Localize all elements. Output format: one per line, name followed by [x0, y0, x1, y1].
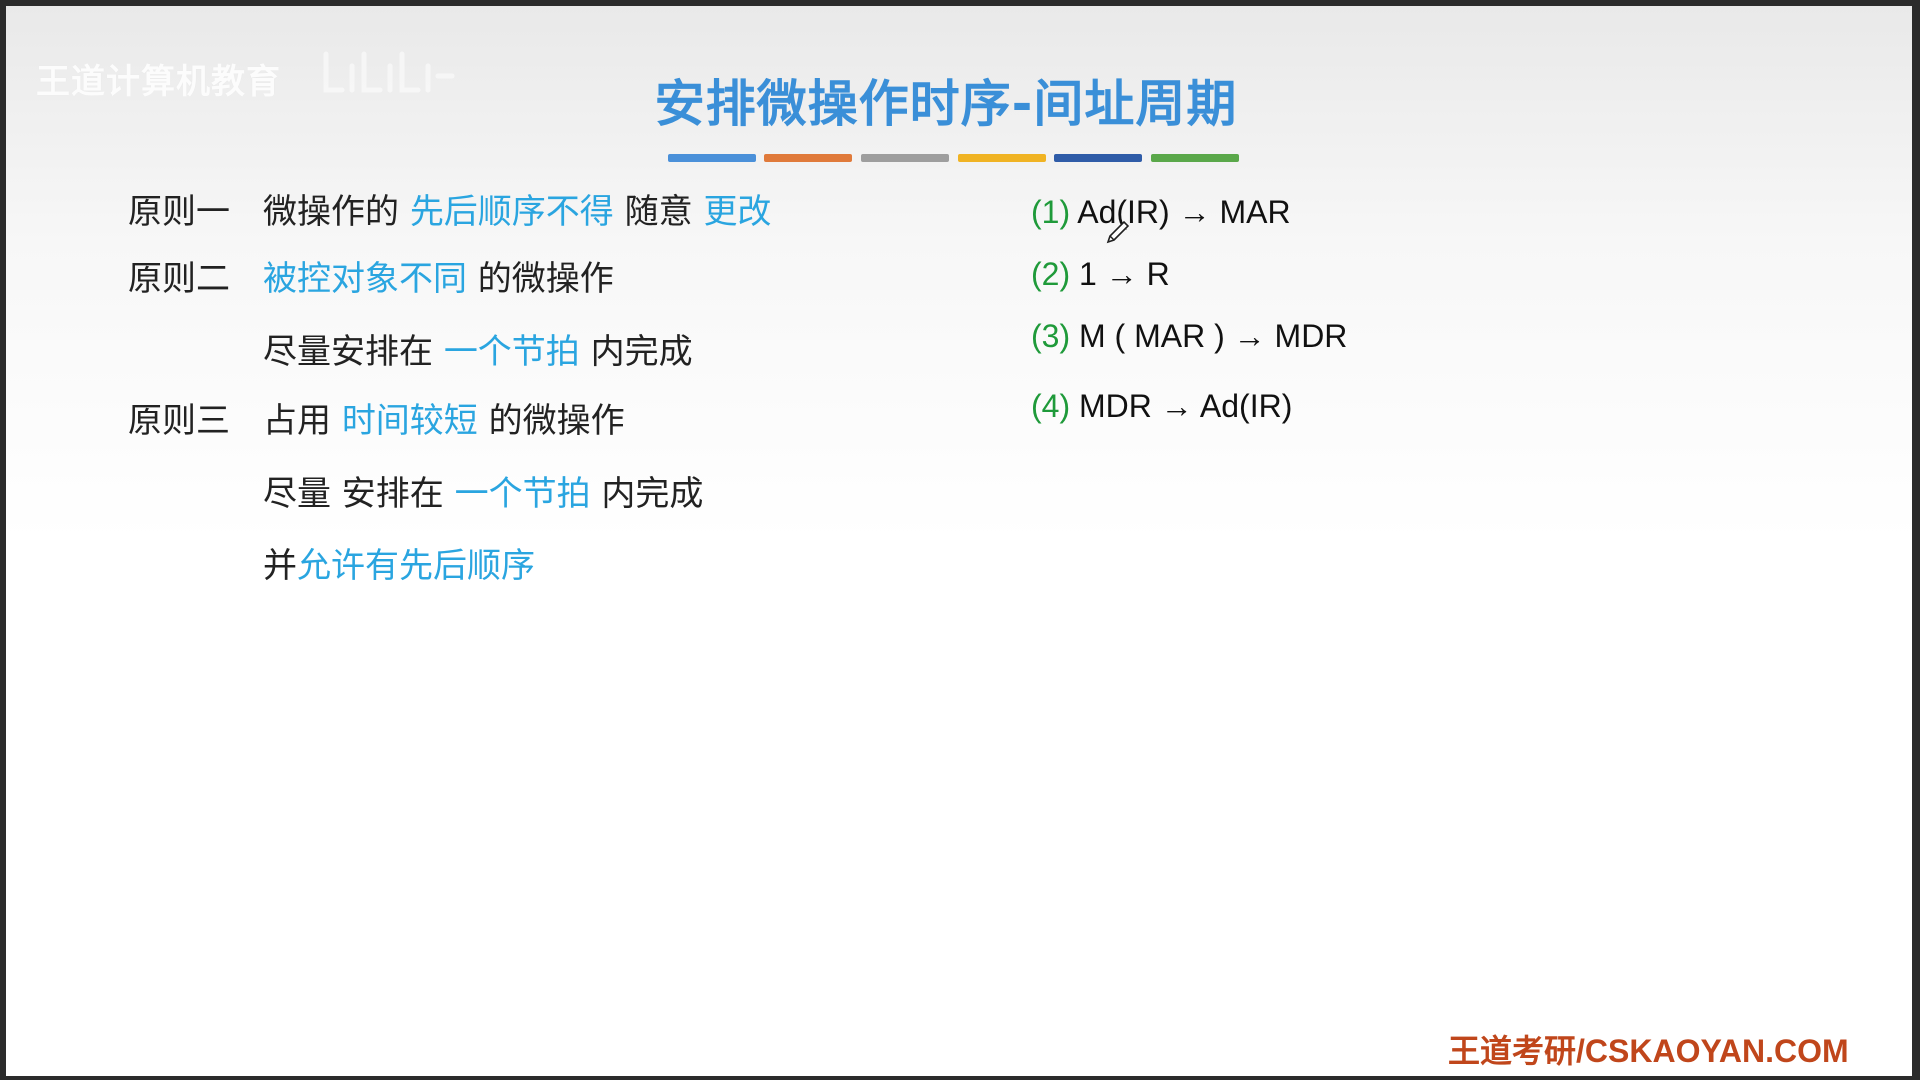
plain-text: 微操作的 [263, 192, 410, 232]
principle-line: 尽量 安排在 一个节拍 内完成 [263, 466, 703, 515]
highlighted-text: 一个节拍 [443, 332, 580, 372]
divider-bar [668, 154, 756, 162]
plain-text: 内完成 [590, 474, 704, 514]
principle-line: 占用 时间较短 的微操作 [263, 393, 625, 442]
micro-op-step: (2) 1 → R [1031, 256, 1170, 293]
divider-bar [861, 154, 949, 162]
slide-title: 安排微操作时序-间址周期 [654, 75, 1238, 133]
highlighted-text: 先后顺序不得 [409, 192, 614, 232]
plain-text: 尽量安排在 [263, 332, 444, 372]
step-number: (4) [1031, 388, 1071, 424]
plain-text: 的微操作 [477, 401, 625, 441]
step-operation: 1 → R [1079, 256, 1170, 292]
step-number: (3) [1031, 318, 1071, 354]
highlighted-text: 时间较短 [341, 401, 478, 441]
micro-op-step: (1) Ad(IR) → MAR [1031, 194, 1291, 231]
step-operation: M ( MAR ) → MDR [1079, 318, 1348, 354]
highlighted-text: 一个节拍 [454, 474, 591, 514]
principle-label: 原则二 [128, 259, 230, 299]
slide: 王道计算机教育 安排微操作时序-间址周期 原则一 微操作的 先后顺序不得 随意 更… [6, 6, 1912, 1076]
highlighted-text: 被控对象不同 [263, 259, 467, 299]
divider-bar [764, 154, 852, 162]
micro-op-step: (4) MDR → Ad(IR) [1031, 388, 1292, 425]
principle-line: 并允许有先后顺序 [263, 538, 535, 587]
divider-bar [958, 154, 1046, 162]
divider-bar [1151, 154, 1239, 162]
divider-bar [1054, 154, 1142, 162]
principle-line: 被控对象不同 的微操作 [263, 251, 614, 300]
highlighted-text: 允许有先后顺序 [297, 546, 535, 586]
footer-brand: 王道考研/CSKAOYAN.COM [1448, 1033, 1849, 1069]
step-number: (2) [1031, 256, 1071, 292]
highlighted-text: 更改 [703, 192, 772, 232]
plain-text: 的微操作 [467, 259, 614, 299]
plain-text: 随意 [613, 192, 704, 232]
plain-text: 内完成 [579, 332, 693, 372]
principle-label: 原则三 [128, 401, 230, 441]
pen-cursor-icon [1106, 220, 1130, 244]
step-operation: MDR → Ad(IR) [1079, 388, 1293, 424]
principle-label: 原则一 [128, 192, 230, 232]
plain-text: 并 [263, 546, 297, 586]
principle-line: 尽量安排在 一个节拍 内完成 [263, 324, 693, 373]
plain-text: 占用 [263, 401, 342, 441]
micro-op-step: (3) M ( MAR ) → MDR [1031, 318, 1347, 355]
principle-line: 微操作的 先后顺序不得 随意 更改 [263, 184, 771, 233]
video-frame: 王道计算机教育 安排微操作时序-间址周期 原则一 微操作的 先后顺序不得 随意 更… [0, 0, 1920, 1080]
plain-text: 尽量 安排在 [263, 474, 455, 514]
step-number: (1) [1031, 194, 1071, 230]
